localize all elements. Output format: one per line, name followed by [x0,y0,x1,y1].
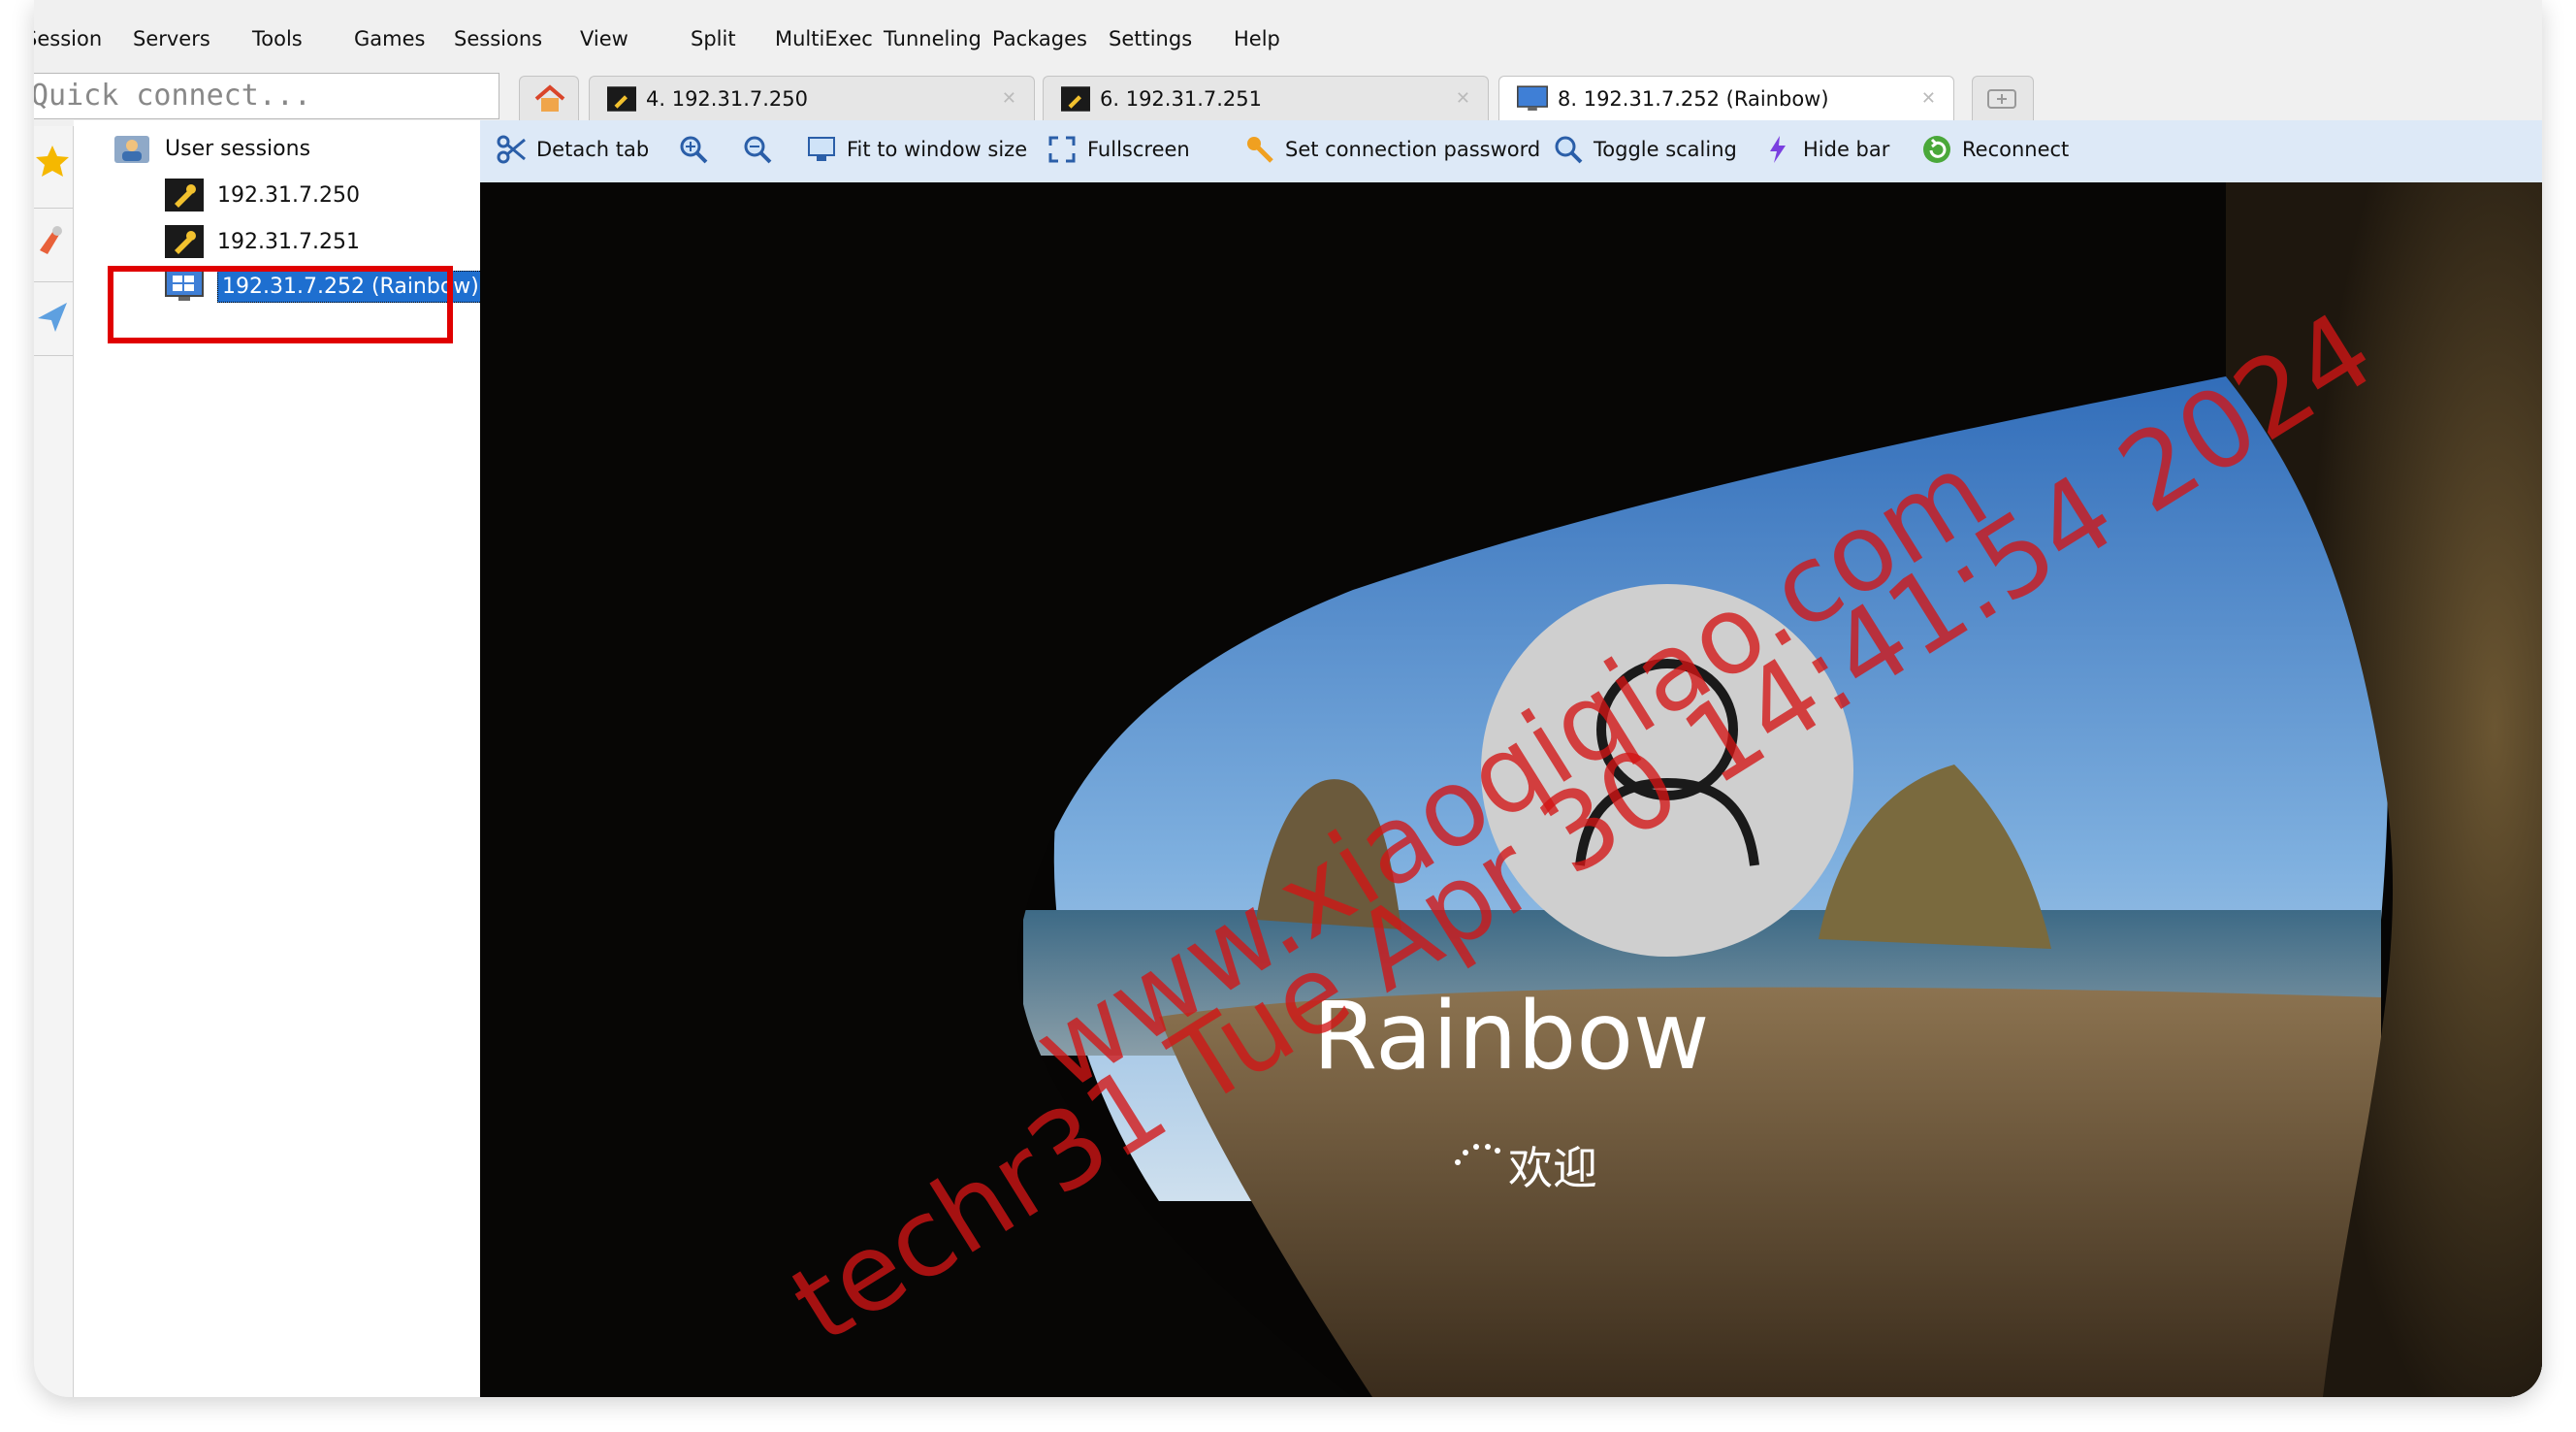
fit-window-button[interactable]: Fit to window size [806,134,1027,165]
close-icon[interactable]: ✕ [1456,88,1470,109]
scissors-icon [497,135,526,164]
lightning-icon [1770,136,1786,163]
key-icon [1247,137,1273,163]
reconnect-button[interactable]: Reconnect [1921,134,2069,165]
menu-tunneling[interactable]: Tunneling [884,27,982,50]
plus-icon [1987,88,2016,109]
monitor-fit-icon [808,137,835,161]
fullscreen-button[interactable]: Fullscreen [1046,134,1190,165]
zoom-in-button[interactable] [678,134,709,165]
menu-sessions[interactable]: Sessions [454,27,542,50]
menu-view[interactable]: View [580,27,628,50]
tree-root-user-sessions[interactable]: User sessions [113,132,310,165]
rdp-monitor-icon [1517,84,1548,111]
sidebar-strip [34,126,74,1397]
send-icon[interactable] [34,297,71,336]
toggle-scaling-button[interactable]: Toggle scaling [1553,134,1737,165]
zoom-in-icon [680,136,708,164]
detach-tab-button[interactable]: Detach tab [496,134,649,165]
star-icon[interactable] [34,142,71,180]
tab-session-active[interactable]: 8. 192.31.7.252 (Rainbow) ✕ [1498,76,1954,120]
tab-home[interactable] [519,76,579,120]
menu-settings[interactable]: Settings [1109,27,1192,50]
tab-session[interactable]: 6. 192.31.7.251 ✕ [1043,76,1489,120]
ssh-wrench-icon [607,85,636,112]
set-password-label: Set connection password [1285,138,1541,161]
hide-bar-button[interactable]: Hide bar [1762,134,1889,165]
close-icon[interactable]: ✕ [1002,88,1016,109]
session-label: 192.31.7.251 [217,229,360,254]
magnifier-icon [1555,136,1583,164]
menu-bar: Session Servers Tools Games Sessions Vie… [34,0,2542,66]
ssh-wrench-icon [1061,85,1090,112]
app-window: Session Servers Tools Games Sessions Vie… [34,0,2542,1397]
tab-label: 4. 192.31.7.250 [646,86,808,111]
menu-tools[interactable]: Tools [252,27,303,50]
tree-root-label: User sessions [165,136,311,161]
tools-icon[interactable] [34,221,71,260]
fullscreen-icon [1048,136,1076,163]
detach-tab-label: Detach tab [536,138,650,161]
user-folder-icon [114,136,149,163]
menu-games[interactable]: Games [354,27,425,50]
close-icon[interactable]: ✕ [1921,88,1936,109]
fullscreen-label: Fullscreen [1087,138,1190,161]
loading-spinner-icon [1455,1144,1500,1165]
home-icon [534,83,565,112]
menu-servers[interactable]: Servers [133,27,210,50]
quick-connect-input[interactable]: Quick connect... [34,73,499,119]
new-tab-button[interactable] [1972,76,2034,120]
ssh-wrench-icon [165,179,204,212]
session-item[interactable]: 192.31.7.250 [165,179,360,212]
menu-split[interactable]: Split [691,27,736,50]
reconnect-icon [1923,136,1950,163]
session-label: 192.31.7.250 [217,182,360,208]
tab-session[interactable]: 4. 192.31.7.250 ✕ [589,76,1035,120]
tab-label: 8. 192.31.7.252 (Rainbow) [1558,86,1829,111]
fit-window-label: Fit to window size [847,138,1028,161]
tab-label: 6. 192.31.7.251 [1100,86,1262,111]
lockscreen-status: 欢迎 [1508,1142,1597,1194]
lockscreen-username: Rainbow [1312,982,1710,1090]
tab-bar: 4. 192.31.7.250 ✕ 6. 192.31.7.251 ✕ 8. 1… [509,70,2542,120]
set-password-button[interactable]: Set connection password [1244,134,1540,165]
zoom-out-button[interactable] [742,134,773,165]
menu-session[interactable]: Session [34,27,102,50]
reconnect-label: Reconnect [1962,138,2070,161]
hide-bar-label: Hide bar [1803,138,1890,161]
annotation-highlight-box [108,266,453,343]
menu-packages[interactable]: Packages [992,27,1087,50]
zoom-out-icon [744,136,772,164]
ssh-wrench-icon [165,225,204,258]
menu-help[interactable]: Help [1234,27,1280,50]
toggle-scaling-label: Toggle scaling [1594,138,1737,161]
session-item[interactable]: 192.31.7.251 [165,225,360,258]
session-toolbar: Detach tab Fit to window size Fullscreen… [480,120,2542,183]
menu-multiexec[interactable]: MultiExec [775,27,873,50]
